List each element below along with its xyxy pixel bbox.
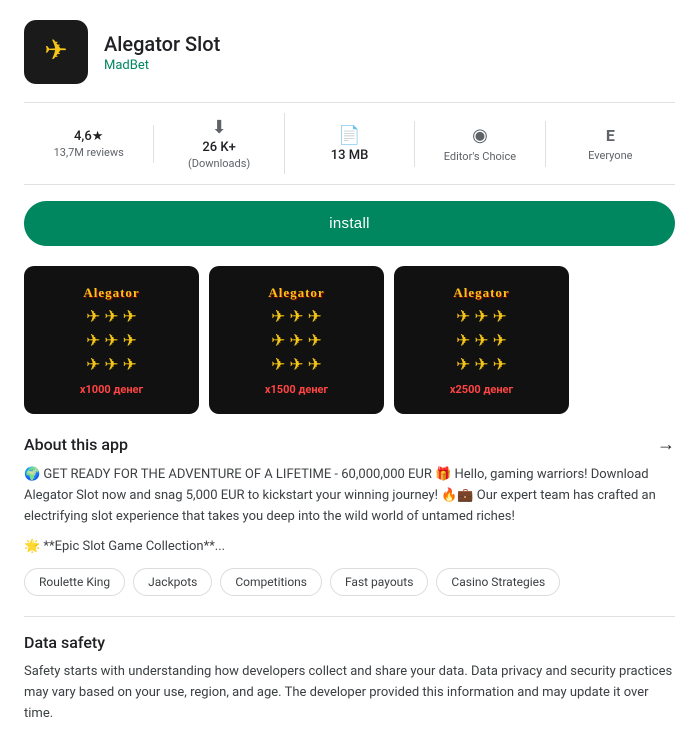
plane-icon: ✈: [474, 331, 488, 351]
tag-competitions[interactable]: Competitions: [220, 568, 322, 596]
screenshot-1-title: Alegator: [83, 285, 139, 301]
screenshot-1: Alegator ✈ ✈ ✈ ✈ ✈ ✈ ✈ ✈ ✈ x1000 денег: [24, 266, 199, 414]
plane-icon: ✈: [493, 355, 507, 375]
age-label: Everyone: [588, 149, 632, 162]
win-text-3: x2500 денег: [450, 383, 513, 396]
tags-row: Roulette King Jackpots Competitions Fast…: [24, 568, 675, 596]
plane-icon: ✈: [493, 307, 507, 327]
app-developer[interactable]: MadBet: [104, 58, 220, 73]
downloads-value: 26 K+: [202, 140, 235, 155]
editors-choice-label: Editor's Choice: [444, 150, 516, 163]
size-value: 13 MB: [331, 148, 369, 163]
rating-label: 13,7M reviews: [54, 146, 124, 159]
editors-choice-stat: ◉ Editor's Choice: [415, 121, 545, 167]
age-icon: Ε: [606, 126, 615, 145]
plane-icon: ✈: [289, 355, 303, 375]
plane-icon: ✈: [308, 355, 322, 375]
screenshot-3: Alegator ✈ ✈ ✈ ✈ ✈ ✈ ✈ ✈ ✈ x2500 денег: [394, 266, 569, 414]
downloads-stat[interactable]: ⬇ 26 K+ (Downloads): [154, 113, 284, 174]
size-stat: 📄 13 MB: [285, 121, 415, 167]
svg-text:✈: ✈: [44, 33, 67, 66]
about-section-header: About this app →: [24, 434, 675, 455]
plane-icon: ✈: [456, 355, 470, 375]
plane-icon: ✈: [493, 331, 507, 351]
rating-value: 4,6★: [74, 129, 103, 144]
plane-icon: ✈: [123, 355, 137, 375]
screenshot-2: Alegator ✈ ✈ ✈ ✈ ✈ ✈ ✈ ✈ ✈ x1500 денег: [209, 266, 384, 414]
plane-icon: ✈: [104, 331, 118, 351]
screenshot-3-title: Alegator: [453, 285, 509, 301]
about-title: About this app: [24, 435, 128, 454]
plane-icon: ✈: [308, 307, 322, 327]
plane-icon: ✈: [474, 355, 488, 375]
plane-icon: ✈: [86, 307, 100, 327]
plane-icon: ✈: [289, 307, 303, 327]
plane-icon: ✈: [123, 331, 137, 351]
plane-icon: ✈: [104, 355, 118, 375]
tag-roulette-king[interactable]: Roulette King: [24, 568, 125, 596]
tag-casino-strategies[interactable]: Casino Strategies: [436, 568, 560, 596]
plane-icon: ✈: [456, 331, 470, 351]
age-rating-stat: Ε Everyone: [546, 122, 675, 166]
screenshots-row: Alegator ✈ ✈ ✈ ✈ ✈ ✈ ✈ ✈ ✈ x1000 денег A…: [24, 266, 675, 414]
divider: [24, 616, 675, 617]
data-safety-title: Data safety: [24, 633, 675, 652]
install-button[interactable]: install: [24, 201, 675, 246]
app-info: Alegator Slot MadBet: [104, 32, 220, 73]
planes-grid-3: ✈ ✈ ✈ ✈ ✈ ✈ ✈ ✈ ✈: [456, 307, 507, 375]
download-icon: ⬇: [212, 117, 227, 138]
epic-text: 🌟 **Epic Slot Game Collection**...: [24, 539, 675, 554]
tag-fast-payouts[interactable]: Fast payouts: [330, 568, 428, 596]
win-text-2: x1500 денег: [265, 383, 328, 396]
app-icon: ✈: [24, 20, 88, 84]
downloads-label: (Downloads): [188, 157, 250, 170]
plane-icon: ✈: [308, 331, 322, 351]
planes-grid-2: ✈ ✈ ✈ ✈ ✈ ✈ ✈ ✈ ✈: [271, 307, 322, 375]
win-text-1: x1000 денег: [80, 383, 143, 396]
planes-grid-1: ✈ ✈ ✈ ✈ ✈ ✈ ✈ ✈ ✈: [86, 307, 137, 375]
plane-icon: ✈: [104, 307, 118, 327]
app-header: ✈ Alegator Slot MadBet: [24, 20, 675, 84]
plane-icon: ✈: [271, 355, 285, 375]
app-title: Alegator Slot: [104, 32, 220, 56]
data-safety-text: Safety starts with understanding how dev…: [24, 662, 675, 724]
plane-icon: ✈: [123, 307, 137, 327]
size-icon: 📄: [338, 125, 360, 146]
rating-stat[interactable]: 4,6★ 13,7M reviews: [24, 125, 154, 163]
about-text: 🌍 GET READY FOR THE ADVENTURE OF A LIFET…: [24, 465, 675, 527]
screenshot-2-title: Alegator: [268, 285, 324, 301]
plane-icon: ✈: [86, 331, 100, 351]
plane-icon: ✈: [271, 331, 285, 351]
about-arrow-icon[interactable]: →: [657, 434, 675, 455]
plane-icon: ✈: [474, 307, 488, 327]
plane-icon: ✈: [456, 307, 470, 327]
tag-jackpots[interactable]: Jackpots: [133, 568, 212, 596]
plane-icon: ✈: [86, 355, 100, 375]
stats-row: 4,6★ 13,7M reviews ⬇ 26 K+ (Downloads) 📄…: [24, 102, 675, 185]
plane-icon: ✈: [289, 331, 303, 351]
plane-icon: ✈: [271, 307, 285, 327]
editors-choice-icon: ◉: [472, 125, 488, 146]
